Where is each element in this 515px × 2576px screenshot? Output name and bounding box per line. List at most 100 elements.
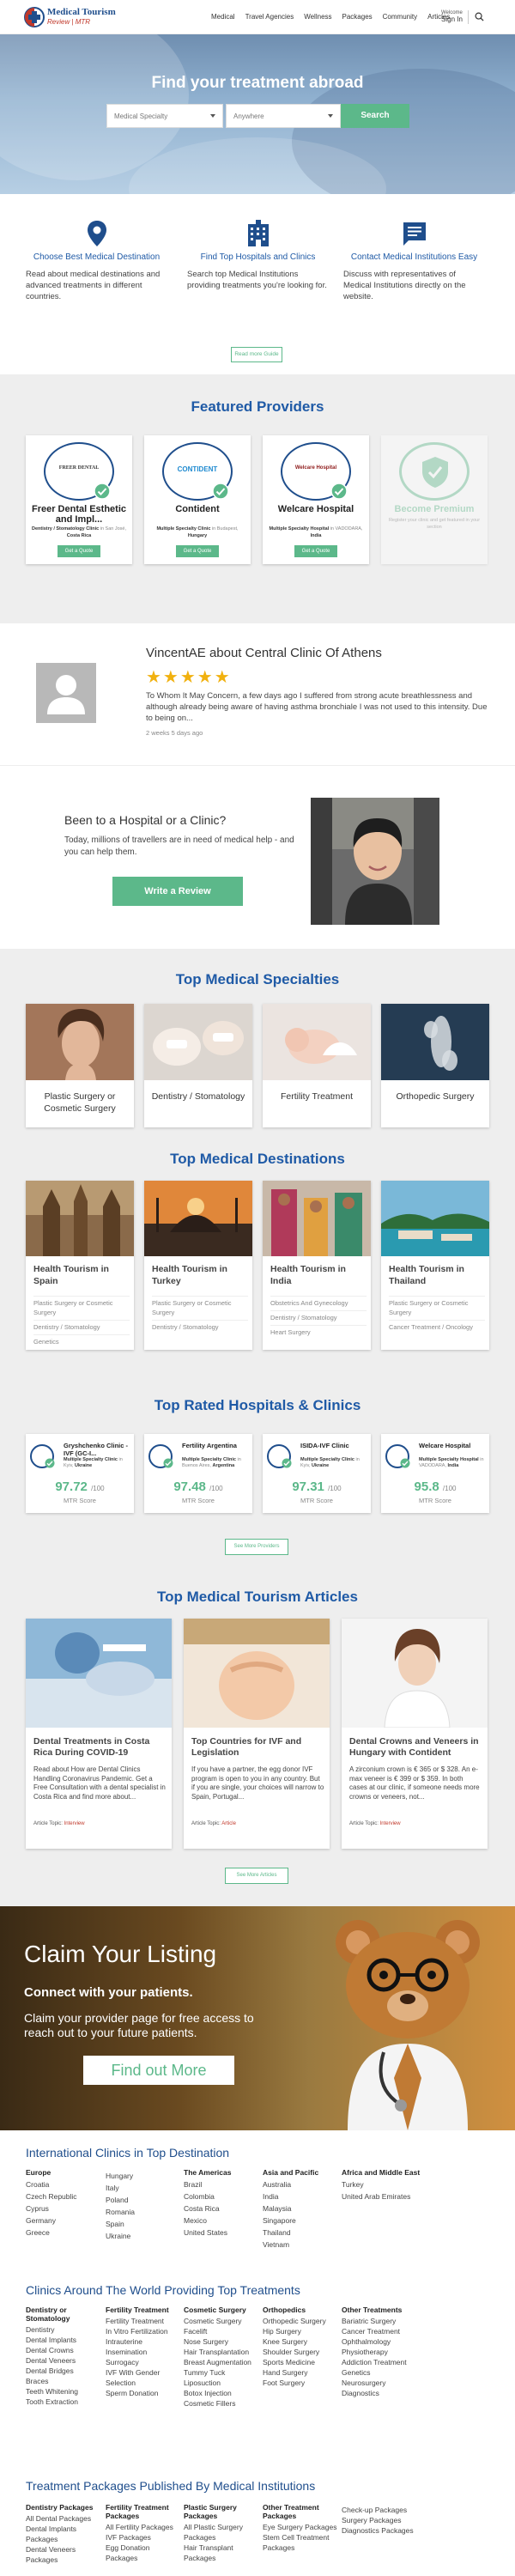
directory-link[interactable]: Tummy Tuck (184, 2367, 261, 2378)
directory-link[interactable]: Italy (106, 2182, 185, 2194)
directory-link[interactable]: Eye Surgery Packages (263, 2522, 340, 2532)
get-quote-button[interactable]: Get a Quote (176, 545, 219, 557)
hospital-card[interactable]: Welcare Hospital Multiple Specialty Hosp… (381, 1434, 489, 1513)
provider-name[interactable]: Freer Dental Esthetic and Impl... (29, 504, 129, 525)
directory-link[interactable]: Spain (106, 2218, 185, 2230)
hospital-name[interactable]: Welcare Hospital (419, 1442, 488, 1449)
brand[interactable]: Medical Tourism Review | MTR (47, 7, 116, 27)
destination-card[interactable]: Health Tourism in Spain Plastic Surgery … (26, 1181, 134, 1350)
directory-link[interactable]: Nose Surgery (184, 2336, 261, 2347)
directory-link[interactable]: Dental Implants (26, 2335, 103, 2345)
directory-link[interactable]: Dentistry (26, 2324, 103, 2335)
directory-link[interactable]: Mexico (184, 2215, 263, 2227)
nav-medical[interactable]: Medical (211, 13, 235, 21)
hospital-card[interactable]: Fertility Argentina Multiple Specialty C… (144, 1434, 252, 1513)
directory-link[interactable]: All Fertility Packages (106, 2522, 183, 2532)
article-topic-link[interactable]: Interview (64, 1821, 85, 1826)
article-topic-link[interactable]: Article (221, 1821, 236, 1826)
directory-link[interactable]: Knee Surgery (263, 2336, 340, 2347)
directory-link[interactable]: Breast Augmentation (184, 2357, 261, 2367)
directory-link[interactable]: Orthopedic Surgery (263, 2316, 340, 2326)
directory-link[interactable]: Bariatric Surgery (342, 2316, 419, 2326)
find-out-more-button[interactable]: Find out More (83, 2056, 234, 2085)
destination-card[interactable]: Health Tourism in Thailand Plastic Surge… (381, 1181, 489, 1350)
directory-link[interactable]: Ukraine (106, 2230, 185, 2242)
specialty-card[interactable]: Dentistry / Stomatology (144, 1004, 252, 1127)
directory-link[interactable]: Singapore (263, 2215, 342, 2227)
directory-link[interactable]: Hungary (106, 2170, 185, 2182)
directory-link[interactable]: Genetics (342, 2367, 419, 2378)
nav-wellness[interactable]: Wellness (304, 13, 331, 21)
hospital-card[interactable]: ISIDA-IVF Clinic Multiple Specialty Clin… (263, 1434, 371, 1513)
directory-link[interactable]: Croatia (26, 2178, 105, 2190)
specialty-select[interactable]: Medical Specialty (106, 104, 223, 128)
destination-name[interactable]: Health Tourism in Thailand (389, 1263, 483, 1287)
directory-link[interactable]: Liposuction (184, 2378, 261, 2388)
provider-name[interactable]: Welcare Hospital (266, 504, 366, 514)
destination-tag[interactable]: Dentistry / Stomatology (270, 1310, 367, 1322)
destination-name[interactable]: Health Tourism in Turkey (152, 1263, 246, 1287)
directory-link[interactable]: Stem Cell Treatment Packages (263, 2532, 340, 2553)
directory-link[interactable]: Turkey (342, 2178, 421, 2190)
destination-tag[interactable]: Cancer Treatment / Oncology (389, 1320, 485, 1332)
see-more-articles-button[interactable]: See More Articles (225, 1868, 288, 1884)
directory-link[interactable]: Romania (106, 2206, 185, 2218)
directory-link[interactable]: Facelift (184, 2326, 261, 2336)
get-quote-button[interactable]: Get a Quote (58, 545, 100, 557)
specialty-card[interactable]: Plastic Surgery or Cosmetic Surgery (26, 1004, 134, 1127)
directory-link[interactable]: Germany (26, 2215, 105, 2227)
directory-link[interactable]: In Vitro Fertilization (106, 2326, 183, 2336)
article-topic-link[interactable]: Interview (380, 1821, 401, 1826)
directory-link[interactable]: Dental Bridges (26, 2366, 103, 2376)
directory-link[interactable]: Egg Donation Packages (106, 2543, 183, 2563)
directory-link[interactable]: Shoulder Surgery (263, 2347, 340, 2357)
directory-link[interactable]: Brazil (184, 2178, 263, 2190)
directory-link[interactable]: Australia (263, 2178, 342, 2190)
become-premium-title[interactable]: Become Premium (385, 504, 484, 514)
destination-card[interactable]: Health Tourism in Turkey Plastic Surgery… (144, 1181, 252, 1350)
directory-link[interactable]: Colombia (184, 2190, 263, 2202)
directory-link[interactable]: Dental Veneers (26, 2355, 103, 2366)
provider-card[interactable]: CONTIDENT Contident Multiple Specialty C… (144, 435, 251, 564)
directory-link[interactable]: Teeth Whitening (26, 2386, 103, 2397)
directory-link[interactable]: All Plastic Surgery Packages (184, 2522, 261, 2543)
directory-link[interactable]: IVF Packages (106, 2532, 183, 2543)
directory-link[interactable]: United States (184, 2227, 263, 2239)
destination-tag[interactable]: Plastic Surgery or Cosmetic Surgery (33, 1296, 130, 1317)
directory-link[interactable]: IVF With Gender Selection (106, 2367, 183, 2388)
directory-link[interactable]: Check-up Packages (342, 2505, 419, 2515)
directory-link[interactable]: Greece (26, 2227, 105, 2239)
directory-link[interactable]: Botox Injection (184, 2388, 261, 2398)
directory-link[interactable]: Hip Surgery (263, 2326, 340, 2336)
directory-link[interactable]: Physiotherapy (342, 2347, 419, 2357)
nav-travel-agencies[interactable]: Travel Agencies (245, 13, 294, 21)
article-card[interactable]: Dental Treatments in Costa Rica During C… (26, 1619, 172, 1849)
directory-link[interactable]: India (263, 2190, 342, 2202)
directory-link[interactable]: Poland (106, 2194, 185, 2206)
hospital-name[interactable]: Fertility Argentina (182, 1442, 251, 1449)
directory-link[interactable]: Intrauterine Insemination (106, 2336, 183, 2357)
specialty-card[interactable]: Fertility Treatment (263, 1004, 371, 1127)
hospital-name[interactable]: ISIDA-IVF Clinic (300, 1442, 369, 1449)
destination-tag[interactable]: Obstetrics And Gynecology (270, 1296, 367, 1308)
directory-link[interactable]: Dental Crowns (26, 2345, 103, 2355)
directory-link[interactable]: Dental Veneers Packages (26, 2544, 103, 2565)
sign-in-link[interactable]: Sign In (441, 16, 463, 23)
directory-link[interactable]: Fertility Treatment (106, 2316, 183, 2326)
directory-link[interactable]: Thailand (263, 2227, 342, 2239)
directory-link[interactable]: Czech Republic (26, 2190, 105, 2202)
directory-link[interactable]: Cosmetic Fillers (184, 2398, 261, 2409)
directory-link[interactable]: Sperm Donation (106, 2388, 183, 2398)
logo-icon[interactable] (24, 7, 45, 27)
directory-link[interactable]: Cosmetic Surgery (184, 2316, 261, 2326)
nav-community[interactable]: Community (383, 13, 417, 21)
directory-link[interactable]: Sports Medicine (263, 2357, 340, 2367)
directory-link[interactable]: Diagnostics (342, 2388, 419, 2398)
account-menu[interactable]: Welcome Sign In (441, 9, 463, 23)
directory-link[interactable]: Hair Transplantation (184, 2347, 261, 2357)
destination-tag[interactable]: Genetics (33, 1334, 130, 1346)
article-card[interactable]: Dental Crowns and Veneers in Hungary wit… (342, 1619, 488, 1849)
search-button[interactable]: Search (341, 104, 409, 128)
provider-card[interactable]: Welcare Hospital Welcare Hospital Multip… (263, 435, 369, 564)
specialty-card[interactable]: Orthopedic Surgery (381, 1004, 489, 1127)
